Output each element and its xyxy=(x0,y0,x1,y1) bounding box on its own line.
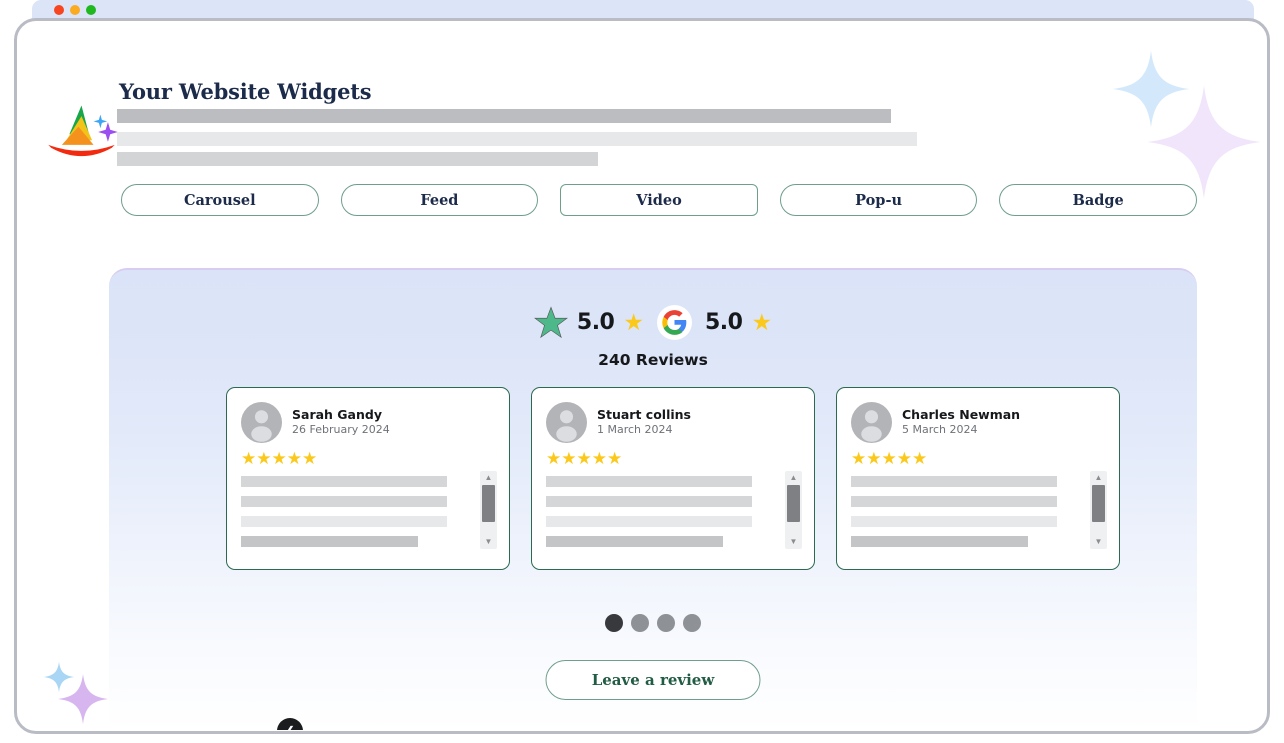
skeleton-line xyxy=(851,496,1057,507)
header-skeleton-line-2 xyxy=(117,132,917,146)
skeleton-line xyxy=(546,476,752,487)
google-g-icon xyxy=(657,305,692,340)
skeleton-line xyxy=(851,476,1057,487)
carousel-prev-button[interactable]: ❮ xyxy=(277,718,303,730)
header-skeleton-line-3 xyxy=(117,152,598,166)
tab-video-label: Video xyxy=(636,191,682,209)
tab-popup-label: Pop-u xyxy=(855,191,903,209)
carousel-pagination xyxy=(109,614,1197,632)
review-star-rating: ★★★★★ xyxy=(546,449,623,468)
trustpilot-mini-star-icon: ★ xyxy=(623,309,644,335)
leave-a-review-label: Leave a review xyxy=(591,671,715,689)
sparkle-small-blue-icon xyxy=(43,661,75,693)
pagination-dot-1[interactable] xyxy=(605,614,623,632)
review-scrollbar[interactable]: ▲ ▼ xyxy=(1090,471,1107,549)
tab-feed[interactable]: Feed xyxy=(340,184,539,216)
tab-popup[interactable]: Pop-u xyxy=(779,184,978,216)
tab-carousel-label: Carousel xyxy=(183,191,256,209)
review-text-skeleton xyxy=(241,476,447,547)
review-card-header: Charles Newman 5 March 2024 xyxy=(851,402,1105,443)
skeleton-line xyxy=(546,496,752,507)
review-card-header: Sarah Gandy 26 February 2024 xyxy=(241,402,495,443)
skeleton-line xyxy=(241,516,447,527)
review-cards-row: Sarah Gandy 26 February 2024 ★★★★★ ▲ ▼ S… xyxy=(226,387,1120,570)
skeleton-line xyxy=(241,496,447,507)
sparkle-blue-icon xyxy=(1112,50,1190,128)
page-title: Your Website Widgets xyxy=(119,79,372,104)
pagination-dot-3[interactable] xyxy=(657,614,675,632)
review-scrollbar[interactable]: ▲ ▼ xyxy=(785,471,802,549)
pagination-dot-4[interactable] xyxy=(683,614,701,632)
scrollbar-thumb[interactable] xyxy=(1092,485,1105,522)
rating-summary-row: 5.0 ★ 5.0 ★ xyxy=(109,305,1197,340)
trustpilot-star-icon xyxy=(533,305,568,338)
review-date: 26 February 2024 xyxy=(292,423,390,437)
header-skeleton-line-1 xyxy=(117,109,891,123)
review-date: 1 March 2024 xyxy=(597,423,673,437)
maximize-window-button[interactable] xyxy=(86,5,96,15)
review-date: 5 March 2024 xyxy=(902,423,978,437)
scroll-up-icon[interactable]: ▲ xyxy=(485,474,493,482)
sparkle-small-purple-icon xyxy=(58,674,108,724)
leave-a-review-button[interactable]: Leave a review xyxy=(545,660,761,700)
wizard-hat-logo xyxy=(48,105,118,157)
skeleton-line xyxy=(851,516,1057,527)
skeleton-line xyxy=(241,536,419,547)
reviews-count: 240 Reviews xyxy=(598,351,708,369)
traffic-lights xyxy=(54,5,96,15)
review-scrollbar[interactable]: ▲ ▼ xyxy=(480,471,497,549)
scroll-up-icon[interactable]: ▲ xyxy=(790,474,798,482)
review-text-skeleton xyxy=(851,476,1057,547)
skeleton-line xyxy=(241,476,447,487)
review-card-header: Stuart collins 1 March 2024 xyxy=(546,402,800,443)
review-star-rating: ★★★★★ xyxy=(241,449,318,468)
browser-window: Your Website Widgets Carousel Feed Video… xyxy=(14,0,1270,734)
scroll-down-icon[interactable]: ▼ xyxy=(790,538,798,546)
review-card[interactable]: Charles Newman 5 March 2024 ★★★★★ ▲ ▼ xyxy=(836,387,1120,570)
chevron-left-icon: ❮ xyxy=(285,724,295,730)
tab-badge-label: Badge xyxy=(1072,191,1124,209)
tab-feed-label: Feed xyxy=(420,191,459,209)
reviewer-name: Sarah Gandy xyxy=(292,406,382,422)
google-mini-star-icon: ★ xyxy=(751,309,773,335)
widget-preview-panel: 5.0 ★ 5.0 ★ 240 Reviews Sarah Gandy 26 F… xyxy=(109,268,1197,730)
avatar-icon xyxy=(851,402,892,443)
review-star-rating: ★★★★★ xyxy=(851,449,928,468)
review-text-skeleton xyxy=(546,476,752,547)
skeleton-line xyxy=(546,536,724,547)
tab-badge[interactable]: Badge xyxy=(999,184,1197,216)
trustpilot-score: 5.0 xyxy=(576,310,615,335)
scrollbar-thumb[interactable] xyxy=(787,485,800,522)
skeleton-line xyxy=(851,536,1029,547)
avatar-icon xyxy=(546,402,587,443)
scrollbar-thumb[interactable] xyxy=(482,485,495,522)
google-score: 5.0 xyxy=(705,310,743,335)
reviewer-name: Charles Newman xyxy=(902,406,1021,422)
pagination-dot-2[interactable] xyxy=(631,614,649,632)
scroll-down-icon[interactable]: ▼ xyxy=(485,538,493,546)
tab-video[interactable]: Video xyxy=(560,184,758,216)
review-card[interactable]: Sarah Gandy 26 February 2024 ★★★★★ ▲ ▼ xyxy=(226,387,510,570)
close-window-button[interactable] xyxy=(54,5,64,15)
minimize-window-button[interactable] xyxy=(70,5,80,15)
reviewer-name: Stuart collins xyxy=(597,406,691,422)
skeleton-line xyxy=(546,516,752,527)
scroll-down-icon[interactable]: ▼ xyxy=(1095,538,1103,546)
tab-carousel[interactable]: Carousel xyxy=(121,184,319,216)
avatar-icon xyxy=(241,402,282,443)
widget-type-tabs: Carousel Feed Video Pop-u Badge xyxy=(121,184,1197,216)
review-card[interactable]: Stuart collins 1 March 2024 ★★★★★ ▲ ▼ xyxy=(531,387,815,570)
scroll-up-icon[interactable]: ▲ xyxy=(1095,474,1103,482)
browser-viewport: Your Website Widgets Carousel Feed Video… xyxy=(14,18,1270,734)
